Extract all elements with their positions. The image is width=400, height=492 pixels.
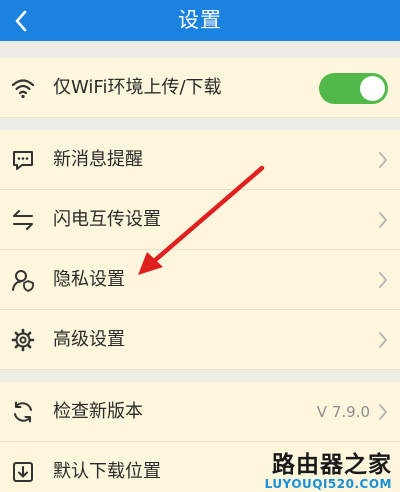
- settings-item-label: 闪电互传设置: [53, 209, 161, 230]
- watermark-title: 路由器之家: [272, 452, 392, 478]
- version-value: V 7.9.0: [316, 403, 370, 421]
- gear-icon: [8, 310, 38, 370]
- section-gap: [0, 118, 400, 130]
- check-update-row[interactable]: 检查新版本 V 7.9.0: [0, 382, 400, 442]
- settings-item-privacy[interactable]: 隐私设置: [0, 250, 400, 310]
- chevron-right-icon: [378, 382, 388, 442]
- header-bar: 设置: [0, 0, 400, 41]
- settings-item-advanced[interactable]: 高级设置: [0, 310, 400, 370]
- chevron-right-icon: [378, 310, 388, 370]
- toggle-knob: [360, 76, 385, 101]
- wifi-only-label: 仅WiFi环境上传/下载: [53, 77, 222, 98]
- wifi-icon: [8, 58, 38, 118]
- page-title: 设置: [178, 8, 222, 32]
- download-icon: [8, 442, 38, 492]
- wifi-only-toggle[interactable]: [319, 73, 388, 104]
- message-icon: [8, 130, 38, 190]
- refresh-icon: [8, 382, 38, 442]
- chevron-right-icon: [378, 130, 388, 190]
- wifi-only-row[interactable]: 仅WiFi环境上传/下载: [0, 58, 400, 118]
- settings-item-label: 高级设置: [53, 329, 125, 350]
- watermark-url: LUYOUQI520.COM: [264, 477, 392, 491]
- settings-item-label: 隐私设置: [53, 269, 125, 290]
- settings-item-message-reminder[interactable]: 新消息提醒: [0, 130, 400, 190]
- chevron-right-icon: [378, 190, 388, 250]
- settings-item-label: 新消息提醒: [53, 149, 143, 170]
- transfer-arrows-icon: [8, 190, 38, 250]
- section-gap: [0, 370, 400, 382]
- privacy-user-icon: [8, 250, 38, 310]
- watermark: 路由器之家 LUYOUQI520.COM: [265, 452, 392, 490]
- download-location-label: 默认下载位置: [53, 461, 161, 482]
- section-gap: [0, 41, 400, 58]
- check-update-label: 检查新版本: [53, 401, 143, 422]
- settings-item-flash-transfer[interactable]: 闪电互传设置: [0, 190, 400, 250]
- chevron-right-icon: [378, 250, 388, 310]
- settings-page: 设置 仅WiFi环境上传/下载 新消息提醒 闪电互传设置 隐私设置 高级设置 检…: [0, 0, 400, 492]
